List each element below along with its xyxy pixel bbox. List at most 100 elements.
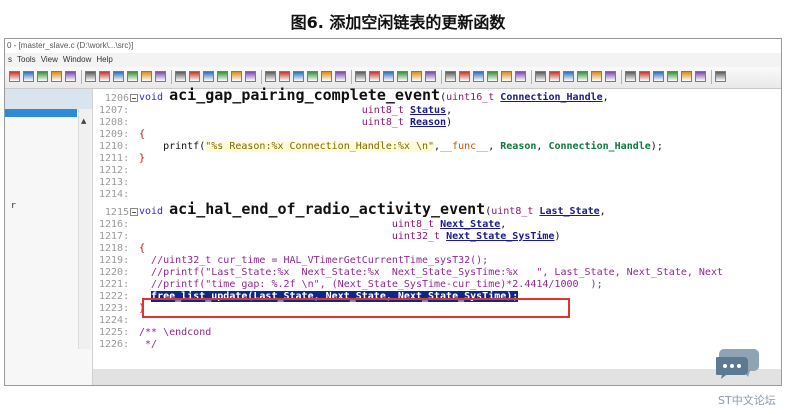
code-text[interactable]: uint8_t Reason): [139, 117, 452, 129]
code-line[interactable]: 1218: {: [93, 243, 781, 255]
code-line[interactable]: 1207: uint8_t Status,: [93, 105, 781, 117]
toolbar-button-icon[interactable]: [51, 71, 62, 82]
toolbar-button-icon[interactable]: [369, 71, 380, 82]
code-line[interactable]: 1209: {: [93, 129, 781, 141]
toolbar-button-icon[interactable]: [501, 71, 512, 82]
code-line[interactable]: 1217: uint32_t Next_State_SysTime): [93, 231, 781, 243]
code-line[interactable]: 1206 void aci_gap_pairing_complete_event(…: [93, 88, 781, 105]
menu-item-s[interactable]: s: [8, 55, 12, 64]
toolbar-button-icon[interactable]: [459, 71, 470, 82]
menu-item-view[interactable]: View: [41, 55, 58, 64]
toolbar-button-icon[interactable]: [113, 71, 124, 82]
toolbar-button-icon[interactable]: [293, 71, 304, 82]
toolbar-button-icon[interactable]: [605, 71, 616, 82]
code-text[interactable]: uint8_t Status,: [139, 105, 452, 117]
code-line[interactable]: 1215 void aci_hal_end_of_radio_activity_e…: [93, 202, 781, 219]
toolbar-button-icon[interactable]: [85, 71, 96, 82]
toolbar-button-icon[interactable]: [681, 71, 692, 82]
toolbar-button-icon[interactable]: [65, 71, 76, 82]
scroll-up-icon[interactable]: ▲: [81, 117, 86, 125]
toolbar-button-icon[interactable]: [189, 71, 200, 82]
menu-item-window[interactable]: Window: [63, 55, 91, 64]
toolbar-button-icon[interactable]: [695, 71, 706, 82]
line-number: 1208:: [99, 117, 130, 128]
toolbar-button-icon[interactable]: [321, 71, 332, 82]
code-text[interactable]: uint8_t Next_State,: [139, 219, 506, 231]
toolbar-button-icon[interactable]: [355, 71, 366, 82]
toolbar-button-icon[interactable]: [625, 71, 636, 82]
line-number: 1217:: [99, 231, 130, 242]
line-number: 1221:: [99, 279, 130, 290]
toolbar-button-icon[interactable]: [23, 71, 34, 82]
code-text[interactable]: {: [139, 129, 145, 141]
line-number: 1210:: [99, 141, 130, 152]
toolbar-button-icon[interactable]: [667, 71, 678, 82]
menu-item-help[interactable]: Help: [96, 55, 112, 64]
toolbar-button-icon[interactable]: [279, 71, 290, 82]
toolbar-button-icon[interactable]: [591, 71, 602, 82]
code-line[interactable]: 1216: uint8_t Next_State,: [93, 219, 781, 231]
toolbar-button-icon[interactable]: [127, 71, 138, 82]
toolbar-button-icon[interactable]: [217, 71, 228, 82]
toolbar-button-icon[interactable]: [175, 71, 186, 82]
toolbar-button-icon[interactable]: [487, 71, 498, 82]
code-text[interactable]: /** \endcond: [139, 327, 211, 339]
toolbar-button-icon[interactable]: [383, 71, 394, 82]
highlight-box: [142, 298, 570, 318]
toolbar-button-icon[interactable]: [265, 71, 276, 82]
toolbar-button-icon[interactable]: [473, 71, 484, 82]
toolbar-separator: [171, 70, 172, 84]
code-line[interactable]: 1213:: [93, 177, 781, 189]
code-editor[interactable]: 1206 void aci_gap_pairing_complete_event(…: [93, 88, 781, 369]
code-line[interactable]: 1210: printf("%s Reason:%x Connection_Ha…: [93, 141, 781, 153]
code-line[interactable]: 1220: //printf("Last_State:%x Next_State…: [93, 267, 781, 279]
code-line[interactable]: 1225: /** \endcond: [93, 327, 781, 339]
toolbar-button-icon[interactable]: [37, 71, 48, 82]
code-line[interactable]: 1208: uint8_t Reason): [93, 117, 781, 129]
code-line[interactable]: 1219: //uint32_t cur_time = HAL_VTimerGe…: [93, 255, 781, 267]
toolbar-button-icon[interactable]: [653, 71, 664, 82]
code-text[interactable]: void aci_hal_end_of_radio_activity_event…: [139, 202, 606, 218]
code-text[interactable]: {: [139, 243, 145, 255]
code-line[interactable]: 1211:}: [93, 153, 781, 165]
code-text[interactable]: //printf("Last_State:%x Next_State:%x Ne…: [139, 267, 723, 279]
code-line[interactable]: 1212:: [93, 165, 781, 177]
toolbar-button-icon[interactable]: [715, 71, 726, 82]
fold-toggle-icon[interactable]: [130, 208, 138, 216]
sidebar-scrollbar[interactable]: ▲: [78, 109, 91, 349]
toolbar-button-icon[interactable]: [9, 71, 20, 82]
fold-toggle-icon[interactable]: [130, 94, 138, 102]
toolbar-button-icon[interactable]: [203, 71, 214, 82]
toolbar-button-icon[interactable]: [245, 71, 256, 82]
toolbar-button-icon[interactable]: [425, 71, 436, 82]
toolbar-button-icon[interactable]: [99, 71, 110, 82]
code-text[interactable]: void aci_gap_pairing_complete_event(uint…: [139, 88, 609, 104]
code-line[interactable]: 1226: */: [93, 339, 781, 351]
toolbar-button-icon[interactable]: [563, 71, 574, 82]
toolbar-button-icon[interactable]: [141, 71, 152, 82]
toolbar-button-icon[interactable]: [231, 71, 242, 82]
sidebar-selected-item[interactable]: [5, 109, 77, 117]
toolbar-button-icon[interactable]: [307, 71, 318, 82]
toolbar-button-icon[interactable]: [397, 71, 408, 82]
code-text[interactable]: */: [139, 339, 157, 351]
toolbar-separator: [261, 70, 262, 84]
code-text[interactable]: printf("%s Reason:%x Connection_Handle:%…: [139, 141, 663, 153]
toolbar-button-icon[interactable]: [535, 71, 546, 82]
code-text[interactable]: }: [139, 153, 145, 165]
toolbar-button-icon[interactable]: [549, 71, 560, 82]
toolbar-button-icon[interactable]: [155, 71, 166, 82]
toolbar-button-icon[interactable]: [411, 71, 422, 82]
toolbar-button-icon[interactable]: [515, 71, 526, 82]
toolbar-button-icon[interactable]: [445, 71, 456, 82]
code-line[interactable]: 1221: //printf("time gap: %.2f \n", (Nex…: [93, 279, 781, 291]
forum-watermark: ST中文论坛: [718, 394, 776, 407]
menu-item-tools[interactable]: Tools: [17, 55, 36, 64]
code-text[interactable]: //printf("time gap: %.2f \n", (Next_Stat…: [139, 279, 603, 291]
toolbar-button-icon[interactable]: [577, 71, 588, 82]
code-text[interactable]: uint32_t Next_State_SysTime): [139, 231, 561, 243]
code-text[interactable]: //uint32_t cur_time = HAL_VTimerGetCurre…: [139, 255, 488, 267]
toolbar-button-icon[interactable]: [335, 71, 346, 82]
toolbar-button-icon[interactable]: [639, 71, 650, 82]
ide-window: 0 - [master_slave.c (D:\work\...\src)] s…: [4, 38, 782, 386]
